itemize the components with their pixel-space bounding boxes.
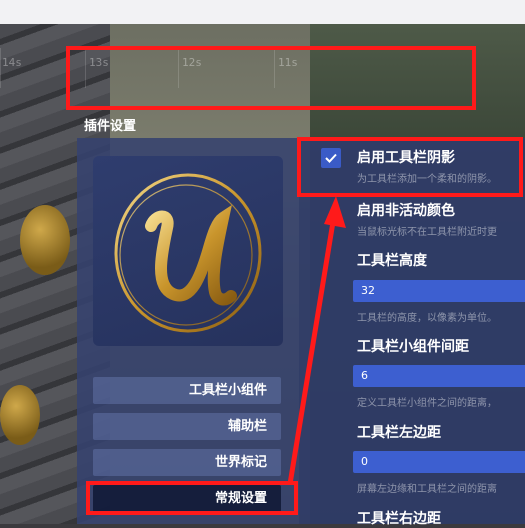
annotation-arrow-icon (287, 196, 346, 485)
